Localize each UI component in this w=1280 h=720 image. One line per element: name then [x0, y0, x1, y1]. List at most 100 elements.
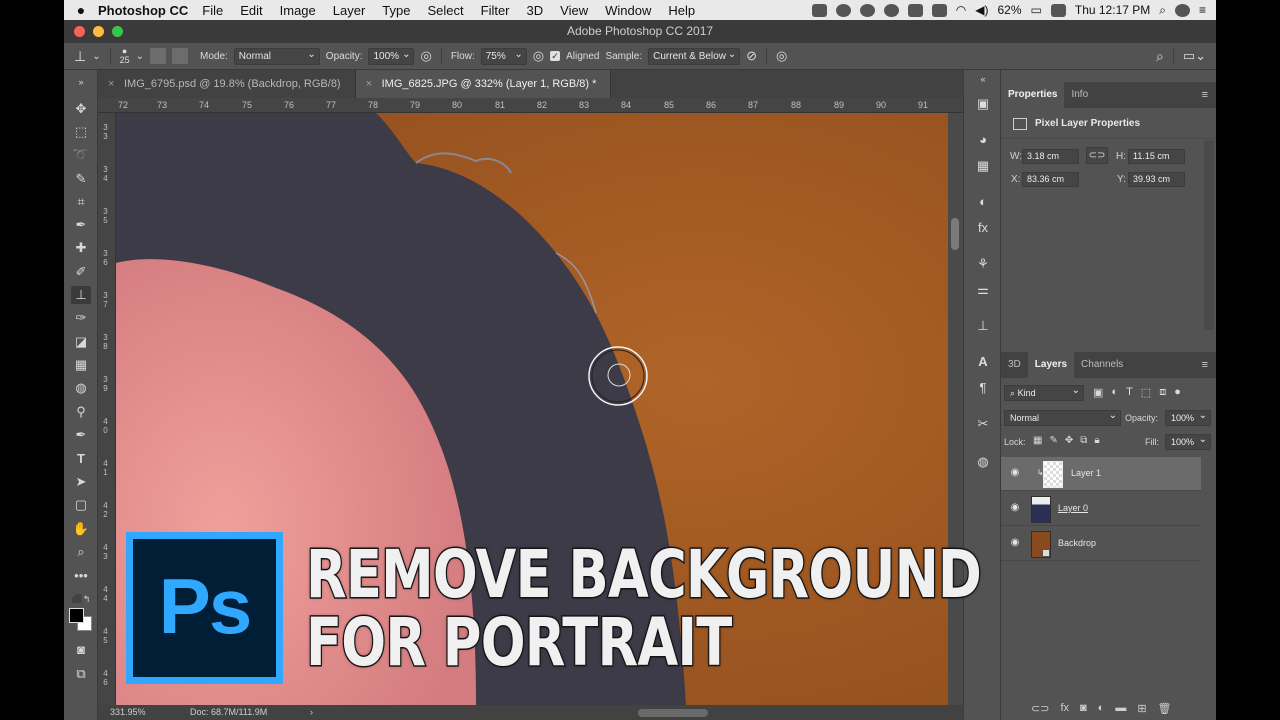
- filter-shape-icon[interactable]: ⬚: [1141, 386, 1151, 399]
- menu-image[interactable]: Image: [280, 3, 316, 18]
- paragraph-panel-icon[interactable]: ¶: [974, 380, 992, 396]
- creative-cloud-icon[interactable]: [859, 3, 875, 17]
- menu-help[interactable]: Help: [668, 3, 695, 18]
- libraries-panel-icon[interactable]: ◍: [974, 454, 992, 470]
- x-field[interactable]: 83.36 cm: [1022, 172, 1079, 187]
- brush-preset-picker[interactable]: ● 25: [120, 47, 130, 65]
- clone-source-icon[interactable]: [172, 48, 188, 64]
- menu-window[interactable]: Window: [605, 3, 651, 18]
- minimize-window-button[interactable]: [93, 26, 104, 37]
- layer-thumbnail[interactable]: [1043, 461, 1063, 488]
- history-panel-icon[interactable]: ▣: [974, 96, 992, 112]
- rectangle-tool-icon[interactable]: ▢: [71, 496, 91, 514]
- workspace-icon[interactable]: ▭⌄: [1183, 48, 1206, 64]
- layer-opacity-input[interactable]: 100%: [1165, 409, 1211, 426]
- input-source-icon[interactable]: [1050, 3, 1066, 17]
- history-brush-tool-icon[interactable]: ✑: [71, 309, 91, 327]
- lock-pixels-icon[interactable]: ✎: [1049, 435, 1057, 446]
- filter-pixel-icon[interactable]: ▣: [1093, 386, 1103, 399]
- mode-select[interactable]: Normal: [233, 47, 320, 65]
- default-colors-icon[interactable]: ⬛↰: [71, 590, 91, 608]
- brush-settings-icon[interactable]: [150, 48, 166, 64]
- blur-tool-icon[interactable]: ◍: [71, 379, 91, 397]
- filter-toggle-icon[interactable]: ●: [1174, 386, 1181, 399]
- upwork-icon[interactable]: [835, 3, 851, 17]
- menu-select[interactable]: Select: [427, 3, 463, 18]
- screen-mode-icon[interactable]: ⧉: [71, 665, 91, 683]
- y-field[interactable]: 39.93 cm: [1128, 172, 1185, 187]
- ignore-adjustment-layers-icon[interactable]: ⊘: [746, 48, 757, 64]
- menu-app-name[interactable]: Photoshop CC: [98, 3, 188, 18]
- vertical-scrollbar[interactable]: [948, 113, 963, 705]
- zoom-window-button[interactable]: [112, 26, 123, 37]
- layer-row-backdrop[interactable]: ◉ Backdrop: [1001, 527, 1201, 561]
- sample-select[interactable]: Current & Below: [648, 47, 741, 65]
- healing-brush-tool-icon[interactable]: ✚: [71, 239, 91, 257]
- new-layer-icon[interactable]: ⊞: [1137, 702, 1146, 715]
- battery-icon[interactable]: ▭: [1031, 3, 1042, 17]
- layer-name[interactable]: Layer 1: [1071, 468, 1101, 478]
- menu-edit[interactable]: Edit: [240, 3, 262, 18]
- collapse-dock-icon[interactable]: «: [974, 71, 992, 87]
- more-tools-icon[interactable]: •••: [71, 567, 91, 585]
- lock-position-icon[interactable]: ✥: [1065, 435, 1073, 446]
- menu-filter[interactable]: Filter: [481, 3, 510, 18]
- visibility-eye-icon[interactable]: ◉: [1009, 467, 1021, 478]
- aligned-checkbox[interactable]: ✓: [550, 51, 561, 61]
- layer-name[interactable]: Layer 0: [1058, 503, 1088, 513]
- scrollbar-thumb[interactable]: [951, 218, 959, 250]
- link-icon[interactable]: ⊂⊃: [1086, 147, 1108, 164]
- delete-layer-icon[interactable]: 🗑︎: [1158, 702, 1172, 715]
- quick-mask-icon[interactable]: ◙: [71, 641, 91, 659]
- width-field[interactable]: 3.18 cm: [1022, 149, 1079, 164]
- tab-3d[interactable]: 3D: [1001, 352, 1028, 378]
- sync-icon[interactable]: [883, 3, 899, 17]
- close-tab-icon[interactable]: ×: [366, 70, 372, 98]
- brush-settings-panel-icon[interactable]: ⚌: [974, 282, 992, 298]
- chevron-down-icon[interactable]: ⌄: [136, 51, 144, 62]
- eraser-tool-icon[interactable]: ◪: [71, 333, 91, 351]
- tab-img-6795[interactable]: × IMG_6795.psd @ 19.8% (Backdrop, RGB/8): [98, 70, 356, 98]
- search-icon[interactable]: ⌕: [1156, 48, 1164, 65]
- tool-presets-panel-icon[interactable]: ✂: [974, 416, 992, 432]
- lasso-tool-icon[interactable]: ➰: [71, 146, 91, 164]
- airbrush-icon[interactable]: ◎: [533, 48, 544, 64]
- adjustments-panel-icon[interactable]: ◐: [974, 194, 992, 210]
- spotlight-icon[interactable]: ⌕: [1159, 3, 1166, 18]
- siri-icon[interactable]: [1174, 3, 1190, 17]
- hand-tool-icon[interactable]: ✋: [71, 520, 91, 538]
- move-tool-icon[interactable]: ✥: [71, 100, 91, 118]
- new-group-icon[interactable]: ▬: [1115, 702, 1126, 715]
- adjustment-layer-icon[interactable]: ◐: [1098, 702, 1105, 715]
- vertical-ruler[interactable]: 33 34 35 36 37 38 39 40 41 42 43 44 45 46: [98, 113, 116, 705]
- wd-drive-icon[interactable]: [811, 3, 827, 17]
- status-menu-arrow-icon[interactable]: ›: [310, 707, 313, 717]
- bluetooth-icon[interactable]: [931, 3, 947, 17]
- character-panel-icon[interactable]: A: [974, 354, 992, 370]
- tab-layers[interactable]: Layers: [1027, 352, 1075, 378]
- clone-source-panel-icon[interactable]: ⊥: [974, 318, 992, 334]
- link-layers-icon[interactable]: ⊂⊃: [1031, 702, 1049, 715]
- tab-info[interactable]: Info: [1064, 82, 1095, 108]
- notification-center-icon[interactable]: ≡: [1199, 3, 1206, 17]
- layer-row-layer-0[interactable]: ◉ Layer 0: [1001, 492, 1201, 526]
- collapse-toolbar-icon[interactable]: »: [71, 73, 91, 91]
- lock-all-icon[interactable]: 🔒︎: [1094, 435, 1099, 446]
- pressure-size-icon[interactable]: ◎: [776, 48, 787, 64]
- close-tab-icon[interactable]: ×: [108, 70, 114, 98]
- lock-artboard-icon[interactable]: ⧉: [1080, 435, 1087, 446]
- type-tool-icon[interactable]: T: [71, 450, 91, 468]
- brush-tool-icon[interactable]: ✐: [71, 263, 91, 281]
- horizontal-scroll-thumb[interactable]: [638, 709, 708, 717]
- menu-layer[interactable]: Layer: [333, 3, 366, 18]
- menu-type[interactable]: Type: [382, 3, 410, 18]
- grammarly-icon[interactable]: [907, 3, 923, 17]
- foreground-color-swatch[interactable]: [69, 608, 84, 623]
- blend-mode-select[interactable]: Normal: [1004, 409, 1121, 426]
- marquee-tool-icon[interactable]: ⬚: [71, 123, 91, 141]
- wifi-icon[interactable]: ◠: [956, 3, 966, 17]
- dodge-tool-icon[interactable]: ⚲: [71, 403, 91, 421]
- gradient-tool-icon[interactable]: ▦: [71, 356, 91, 374]
- path-selection-tool-icon[interactable]: ➤: [71, 473, 91, 491]
- apple-icon[interactable]: ●: [64, 2, 98, 18]
